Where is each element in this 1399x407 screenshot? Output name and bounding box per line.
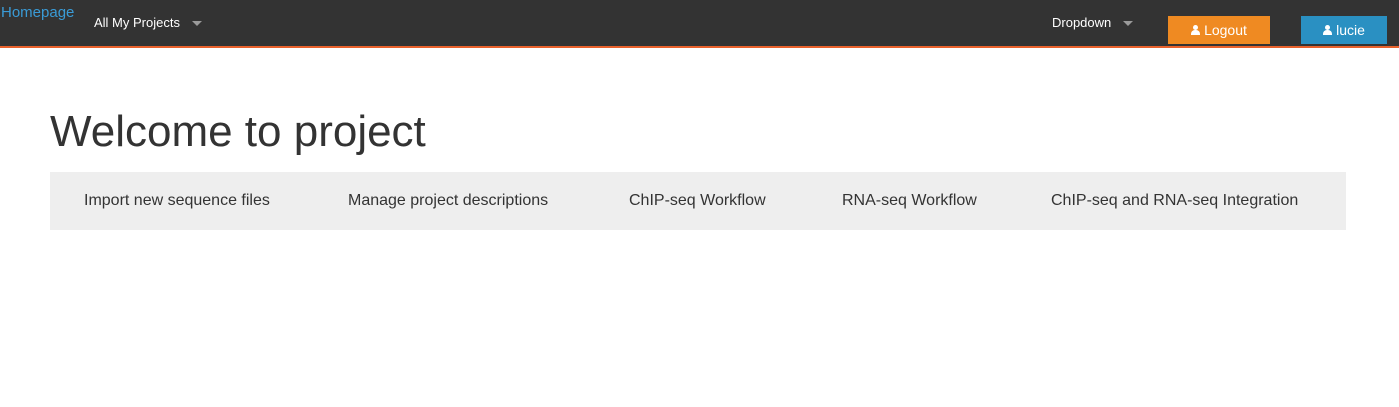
- tab-chip-rna-integration[interactable]: ChIP-seq and RNA-seq Integration: [1051, 192, 1298, 210]
- dropdown-menu[interactable]: Dropdown: [1052, 15, 1134, 30]
- page-title: Welcome to project: [50, 107, 426, 156]
- tab-manage-project-descriptions[interactable]: Manage project descriptions: [348, 192, 548, 210]
- dropdown-label: Dropdown: [1052, 15, 1112, 30]
- workflow-tabs: Import new sequence files Manage project…: [50, 172, 1346, 230]
- caret-down-icon: [191, 21, 202, 26]
- homepage-link[interactable]: Homepage: [1, 4, 74, 21]
- caret-down-icon: [1123, 21, 1134, 26]
- all-projects-label: All My Projects: [94, 15, 180, 30]
- logout-button[interactable]: Logout: [1168, 16, 1270, 44]
- tab-import-sequence-files[interactable]: Import new sequence files: [84, 192, 270, 210]
- logout-label: Logout: [1204, 22, 1247, 38]
- user-account-button[interactable]: lucie: [1301, 16, 1387, 44]
- tab-rna-seq-workflow[interactable]: RNA-seq Workflow: [842, 192, 977, 210]
- user-name-label: lucie: [1336, 22, 1365, 38]
- user-icon: [1323, 25, 1333, 35]
- all-projects-dropdown[interactable]: All My Projects: [94, 15, 202, 30]
- top-navbar: Homepage All My Projects Dropdown Logout…: [0, 0, 1399, 48]
- user-icon: [1191, 25, 1201, 35]
- tab-chip-seq-workflow[interactable]: ChIP-seq Workflow: [629, 192, 766, 210]
